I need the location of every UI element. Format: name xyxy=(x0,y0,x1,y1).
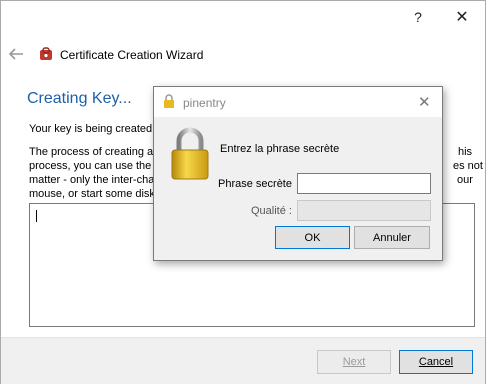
back-arrow-icon[interactable] xyxy=(7,46,25,62)
description-line-2-right: es not xyxy=(453,160,483,172)
help-button[interactable]: ? xyxy=(403,5,433,29)
pinentry-dialog: pinentry ✕ Entrez la phrase secrète Phra… xyxy=(153,86,443,261)
text-caret xyxy=(36,210,37,222)
description-line-1-right: his xyxy=(458,146,473,158)
padlock-icon xyxy=(171,127,209,180)
wizard-title: Certificate Creation Wizard xyxy=(60,48,204,62)
passphrase-input[interactable] xyxy=(297,173,431,194)
status-text: Your key is being created. xyxy=(29,123,156,135)
description-line-2-left: process, you can use the c xyxy=(29,160,160,172)
close-window-button[interactable]: ✕ xyxy=(447,5,477,29)
lock-icon xyxy=(164,94,174,108)
next-button[interactable]: Next xyxy=(317,350,391,374)
ok-button[interactable]: OK xyxy=(275,226,350,249)
pinentry-title: pinentry xyxy=(183,96,226,110)
pinentry-titlebar: pinentry ✕ xyxy=(154,87,442,117)
wizard-footer: Next Cancel xyxy=(1,337,485,384)
description-line-1-left: The process of creating a k xyxy=(29,146,162,158)
quality-bar xyxy=(297,200,431,221)
cancel-button[interactable]: Cancel xyxy=(399,350,473,374)
annuler-button[interactable]: Annuler xyxy=(354,226,430,249)
certificate-wizard-icon xyxy=(40,47,52,60)
page-heading: Creating Key... xyxy=(27,90,132,107)
quality-label: Qualité : xyxy=(251,205,292,217)
pinentry-close-button[interactable]: ✕ xyxy=(418,93,431,111)
description-line-3-left: matter - only the inter-cha xyxy=(29,174,155,186)
description-line-4-left: mouse, or start some disk- xyxy=(29,188,159,200)
pinentry-body: Entrez la phrase secrète Phrase secrète … xyxy=(154,117,442,260)
passphrase-label: Phrase secrète xyxy=(218,178,292,190)
description-line-3-right: our xyxy=(457,174,473,186)
pinentry-prompt: Entrez la phrase secrète xyxy=(220,143,340,155)
